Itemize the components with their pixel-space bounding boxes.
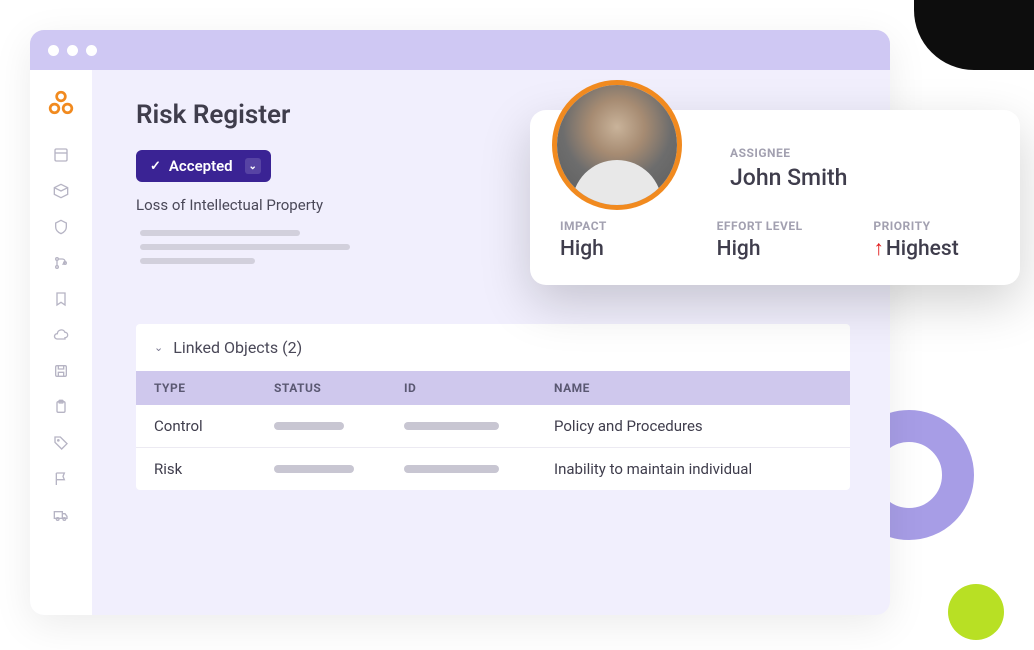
effort-label: EFFORT LEVEL bbox=[717, 219, 834, 233]
decorative-dot bbox=[948, 584, 1004, 640]
decorative-corner bbox=[914, 0, 1034, 70]
cell-type: Risk bbox=[154, 460, 274, 478]
priority-metric: PRIORITY ↑Highest bbox=[873, 219, 990, 261]
impact-value: High bbox=[560, 237, 677, 261]
window-control-icon[interactable] bbox=[48, 45, 59, 56]
chevron-down-icon: ⌄ bbox=[154, 341, 163, 354]
assignee-name: John Smith bbox=[730, 164, 990, 191]
sidebar bbox=[30, 70, 92, 615]
cell-name: Inability to maintain individual bbox=[554, 460, 832, 478]
priority-label: PRIORITY bbox=[873, 219, 990, 233]
sidebar-package-icon[interactable] bbox=[52, 182, 70, 200]
cell-status bbox=[274, 422, 404, 430]
assignee-label: ASSIGNEE bbox=[730, 146, 990, 160]
col-status: STATUS bbox=[274, 381, 404, 395]
cell-id bbox=[404, 465, 554, 473]
col-type: TYPE bbox=[154, 381, 274, 395]
col-name: NAME bbox=[554, 381, 832, 395]
impact-label: IMPACT bbox=[560, 219, 677, 233]
cell-name: Policy and Procedures bbox=[554, 417, 832, 435]
cell-id bbox=[404, 422, 554, 430]
sidebar-save-icon[interactable] bbox=[52, 362, 70, 380]
linked-table-header: TYPE STATUS ID NAME bbox=[136, 371, 850, 405]
avatar-image bbox=[557, 85, 677, 205]
linked-objects-section: ⌄ Linked Objects (2) TYPE STATUS ID NAME… bbox=[136, 324, 850, 490]
table-row[interactable]: Control Policy and Procedures bbox=[136, 405, 850, 448]
sidebar-shield-icon[interactable] bbox=[52, 218, 70, 236]
impact-metric: IMPACT High bbox=[560, 219, 677, 261]
table-row[interactable]: Risk Inability to maintain individual bbox=[136, 448, 850, 490]
sidebar-flag-icon[interactable] bbox=[52, 470, 70, 488]
chevron-down-icon: ⌄ bbox=[245, 158, 261, 174]
linked-objects-toggle[interactable]: ⌄ Linked Objects (2) bbox=[136, 324, 850, 371]
sidebar-bookmark-icon[interactable] bbox=[52, 290, 70, 308]
priority-value: ↑Highest bbox=[873, 237, 990, 261]
arrow-up-icon: ↑ bbox=[873, 237, 884, 261]
effort-value: High bbox=[717, 237, 834, 261]
cell-status bbox=[274, 465, 404, 473]
window-titlebar bbox=[30, 30, 890, 70]
cell-type: Control bbox=[154, 417, 274, 435]
status-dropdown[interactable]: ✓ Accepted ⌄ bbox=[136, 150, 271, 182]
sidebar-tag-icon[interactable] bbox=[52, 434, 70, 452]
sidebar-cloud-icon[interactable] bbox=[52, 326, 70, 344]
sidebar-clipboard-icon[interactable] bbox=[52, 398, 70, 416]
check-icon: ✓ bbox=[150, 159, 161, 174]
sidebar-branch-icon[interactable] bbox=[52, 254, 70, 272]
sidebar-truck-icon[interactable] bbox=[52, 506, 70, 524]
linked-objects-title: Linked Objects (2) bbox=[173, 338, 302, 357]
window-control-icon[interactable] bbox=[67, 45, 78, 56]
avatar[interactable] bbox=[552, 80, 682, 210]
window-control-icon[interactable] bbox=[86, 45, 97, 56]
effort-metric: EFFORT LEVEL High bbox=[717, 219, 834, 261]
app-logo-icon[interactable] bbox=[48, 90, 74, 122]
status-label: Accepted bbox=[169, 157, 233, 175]
sidebar-dashboard-icon[interactable] bbox=[52, 146, 70, 164]
assignee-card: ASSIGNEE John Smith IMPACT High EFFORT L… bbox=[530, 110, 1020, 285]
col-id: ID bbox=[404, 381, 554, 395]
